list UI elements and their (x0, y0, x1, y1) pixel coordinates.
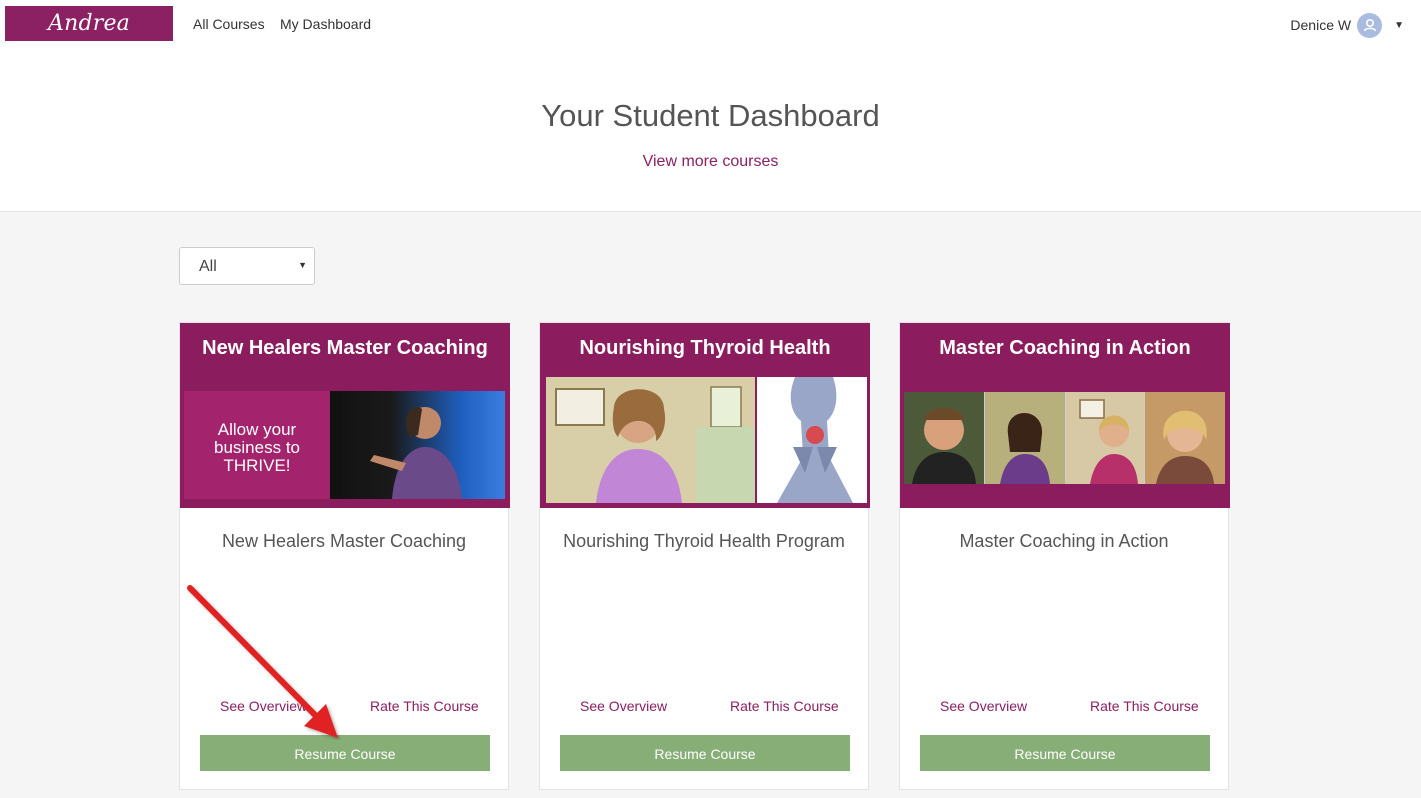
course-thumbnail[interactable]: Nourishing Thyroid Health (540, 323, 870, 508)
course-thumbnail[interactable]: Master Coaching in Action (900, 323, 1230, 508)
rate-course-link[interactable]: Rate This Course (730, 698, 839, 714)
view-more-courses-link[interactable]: View more courses (0, 153, 1421, 171)
courses-area: All ▼ New Healers Master Coaching Allow … (0, 212, 1421, 798)
user-name: Denice W (1290, 17, 1352, 33)
rate-course-link[interactable]: Rate This Course (370, 698, 479, 714)
nav-my-dashboard[interactable]: My Dashboard (280, 16, 371, 32)
course-title[interactable]: New Healers Master Coaching (200, 528, 488, 555)
see-overview-link[interactable]: See Overview (940, 698, 1027, 714)
thumbnail-photo-strip (904, 392, 1225, 484)
nav-all-courses[interactable]: All Courses (193, 16, 265, 32)
brand-logo[interactable]: Andrea Beaman (5, 6, 173, 71)
thumbnail-photo (330, 391, 505, 499)
course-title[interactable]: Master Coaching in Action (920, 528, 1208, 555)
see-overview-link[interactable]: See Overview (580, 698, 667, 714)
thumbnail-title: New Healers Master Coaching (202, 337, 488, 359)
thumbnail-photo-left (546, 377, 755, 503)
thumbnail-photo-right (757, 377, 867, 503)
chevron-down-icon[interactable]: ▼ (1394, 20, 1404, 31)
course-card: New Healers Master Coaching Allow your b… (179, 322, 510, 790)
course-filter-select[interactable]: All ▼ (179, 247, 315, 285)
thumbnail-caption: Allow your business to THRIVE! (214, 420, 300, 475)
thumbnail-caption-panel: Allow your business to THRIVE! (184, 391, 330, 499)
course-card: Nourishing Thyroid Health Nourishing Thy… (539, 322, 870, 790)
resume-course-button[interactable]: Resume Course (920, 735, 1210, 771)
user-menu[interactable]: Denice W ▼ (1290, 12, 1404, 38)
course-thumbnail[interactable]: New Healers Master Coaching Allow your b… (180, 323, 510, 508)
top-navbar: Andrea Beaman All Courses My Dashboard D… (0, 0, 1421, 71)
course-card: Master Coaching in Action Master Coachin… (899, 322, 1230, 790)
course-title[interactable]: Nourishing Thyroid Health Program (560, 528, 848, 555)
chevron-down-icon: ▼ (298, 260, 307, 270)
see-overview-link[interactable]: See Overview (220, 698, 307, 714)
rate-course-link[interactable]: Rate This Course (1090, 698, 1199, 714)
page-title: Your Student Dashboard (541, 98, 880, 133)
thumbnail-title: Nourishing Thyroid Health (579, 337, 831, 359)
user-avatar-icon[interactable] (1357, 12, 1383, 38)
resume-course-button[interactable]: Resume Course (560, 735, 850, 771)
thumbnail-title: Master Coaching in Action (939, 337, 1191, 359)
hero-section: Your Student Dashboard View more courses (0, 50, 1421, 212)
resume-course-button[interactable]: Resume Course (200, 735, 490, 771)
filter-selected-value: All (199, 258, 217, 275)
